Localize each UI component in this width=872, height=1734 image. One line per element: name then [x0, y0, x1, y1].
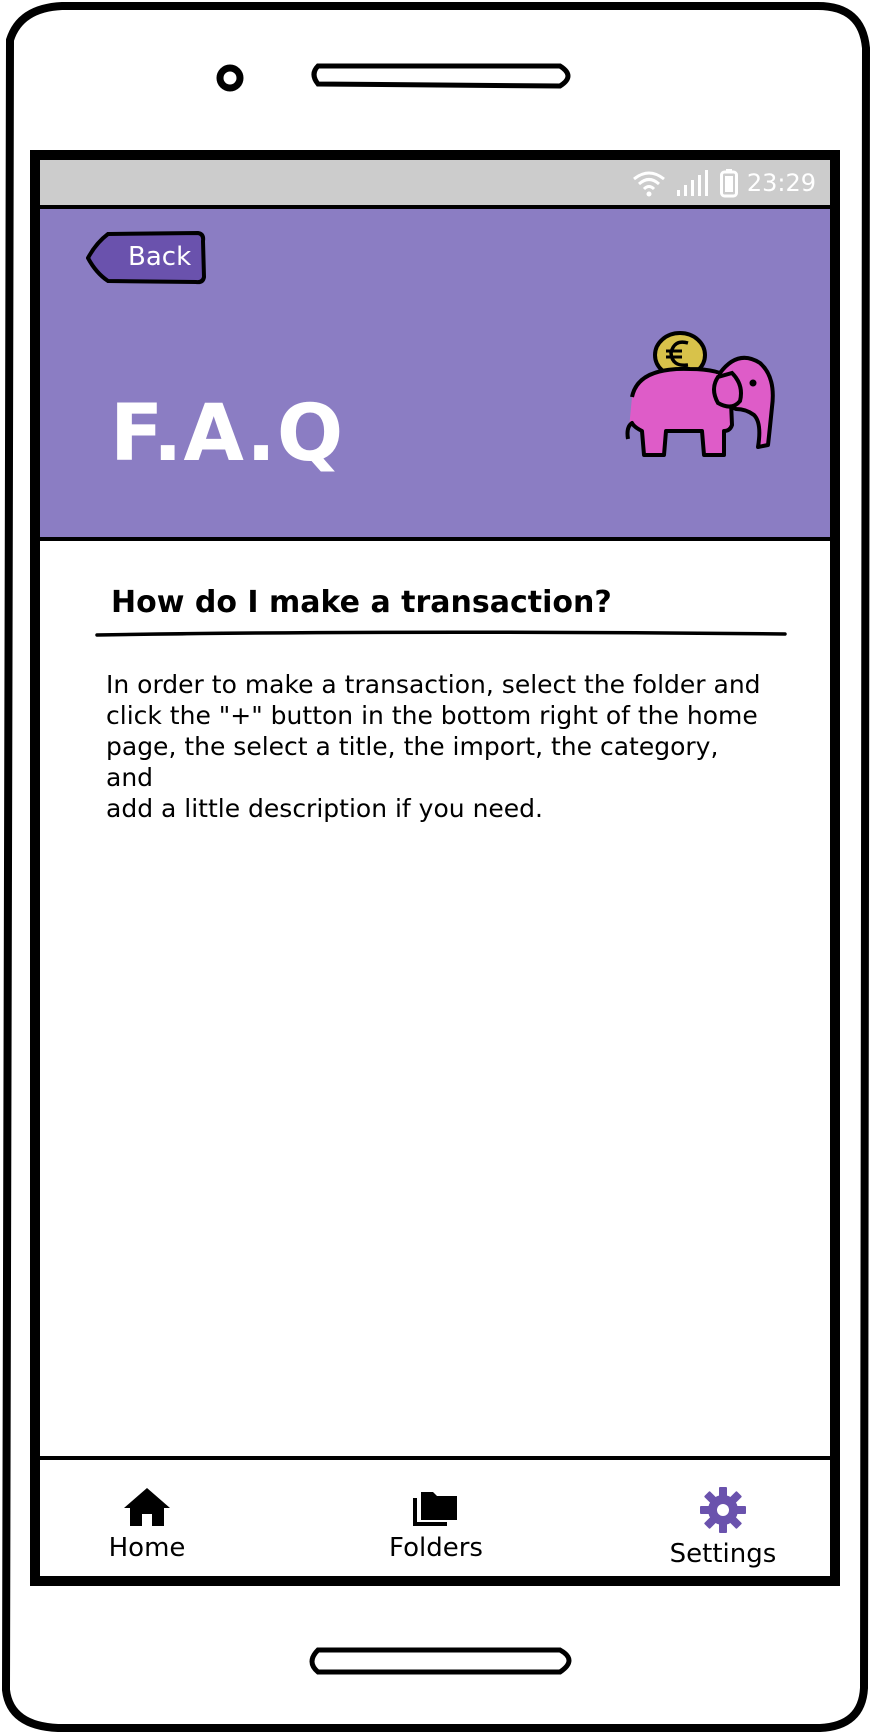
- signal-icon: [676, 170, 708, 196]
- faq-answer-line: click the "+" button in the bottom right…: [106, 701, 758, 730]
- battery-icon: [719, 169, 738, 198]
- status-icons: 23:29: [631, 168, 816, 198]
- faq-answer: In order to make a transaction, select t…: [106, 669, 766, 824]
- header-banner: Back F.A.Q: [40, 209, 830, 541]
- page-title: F.A.Q: [110, 389, 345, 479]
- status-time: 23:29: [746, 169, 816, 197]
- nav-folders[interactable]: Folders: [356, 1486, 516, 1572]
- bottom-navigation: Home Folders Settings: [40, 1456, 830, 1576]
- home-icon: [124, 1488, 170, 1526]
- status-bar: 23:29: [40, 160, 830, 209]
- folders-icon: [413, 1492, 457, 1526]
- nav-folders-label: Folders: [389, 1533, 483, 1563]
- back-button[interactable]: Back: [86, 231, 206, 285]
- gear-icon: [700, 1487, 746, 1533]
- nav-settings[interactable]: Settings: [643, 1486, 803, 1572]
- app-screen: 23:29 Back F.A.Q How do I make a transac…: [40, 160, 830, 1576]
- piggy-bank-elephant-euro-icon: [625, 331, 775, 457]
- question-divider: [95, 630, 787, 637]
- nav-home-label: Home: [108, 1533, 186, 1563]
- nav-home[interactable]: Home: [67, 1486, 227, 1572]
- faq-answer-line: add a little description if you need.: [106, 794, 543, 823]
- back-button-label: Back: [128, 242, 192, 272]
- faq-answer-line: In order to make a transaction, select t…: [106, 670, 761, 699]
- faq-question: How do I make a transaction?: [111, 585, 612, 620]
- wifi-icon: [632, 171, 665, 197]
- faq-answer-line: page, the select a title, the import, th…: [106, 732, 719, 792]
- nav-settings-label: Settings: [669, 1539, 777, 1569]
